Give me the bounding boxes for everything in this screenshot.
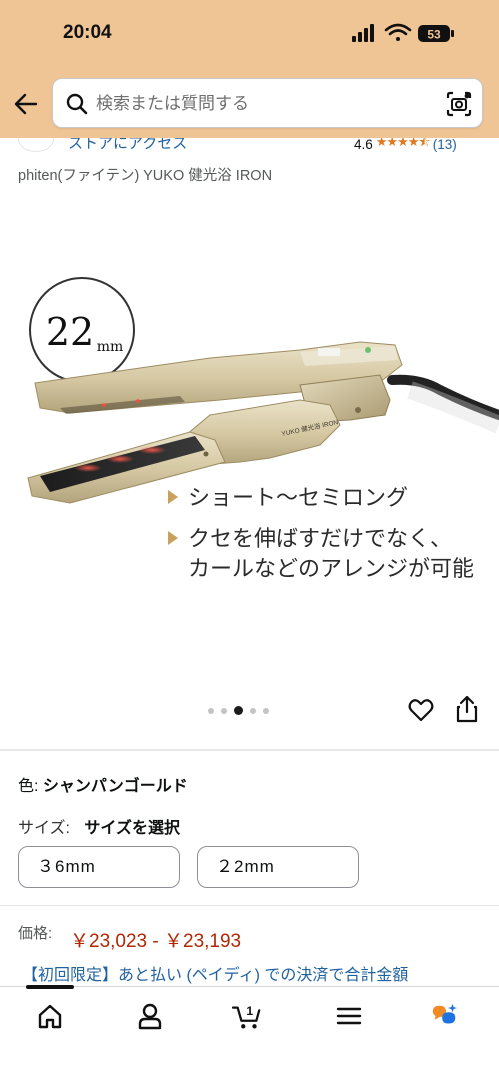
header: 20:04 53 bbox=[0, 0, 499, 138]
back-arrow-icon[interactable] bbox=[12, 90, 40, 118]
home-icon[interactable] bbox=[35, 1001, 65, 1031]
divider bbox=[0, 905, 499, 906]
cart-count: 1 bbox=[246, 1004, 253, 1018]
search-input[interactable] bbox=[96, 87, 426, 121]
status-icons: 53 bbox=[352, 23, 454, 42]
promo-link[interactable]: 【初回限定】あと払い (ペイディ) での決済で合計金額 bbox=[22, 961, 482, 985]
menu-icon[interactable] bbox=[334, 1001, 364, 1031]
carousel-dot[interactable] bbox=[208, 707, 214, 714]
color-row: 色: シャンパンゴールド bbox=[18, 772, 188, 796]
battery-icon: 53 bbox=[418, 25, 454, 42]
size-value: サイズを選択 bbox=[84, 820, 180, 837]
signal-icon bbox=[352, 24, 374, 42]
carousel-dot[interactable] bbox=[263, 707, 269, 714]
camera-search-icon[interactable] bbox=[445, 90, 473, 118]
product-image[interactable]: 22 mm YUKO 健光浴 IRON ショート〜セミロング クセを伸ばすだけで… bbox=[0, 200, 499, 690]
account-icon[interactable] bbox=[135, 1001, 165, 1031]
search-icon bbox=[66, 93, 88, 115]
feature-bullet-2-line1: クセを伸ばすだけでなく、 bbox=[188, 527, 452, 552]
size-badge: 22 mm bbox=[29, 277, 135, 383]
bottom-nav: 1 bbox=[0, 985, 499, 1080]
size-option-22mm[interactable]: ２2mm bbox=[197, 846, 359, 888]
size-badge-number: 22 bbox=[46, 310, 94, 354]
size-badge-unit: mm bbox=[97, 339, 124, 355]
size-row: サイズ: サイズを選択 bbox=[18, 814, 180, 838]
star-rating-icon: ★★★★⯪ bbox=[375, 138, 431, 149]
product-title[interactable]: phiten(ファイテン) YUKO 健光浴 IRON bbox=[18, 164, 272, 185]
battery-level: 53 bbox=[427, 28, 441, 42]
share-icon[interactable] bbox=[455, 695, 479, 723]
cart-icon[interactable]: 1 bbox=[232, 1001, 262, 1031]
search-bar[interactable] bbox=[52, 78, 483, 128]
color-value: シャンパンゴールド bbox=[42, 778, 188, 795]
heart-icon[interactable] bbox=[408, 697, 434, 723]
feature-bullet-1: ショート〜セミロング bbox=[188, 486, 408, 511]
feature-bullets: ショート〜セミロング クセを伸ばすだけでなく、 カールなどのアレンジが可能 bbox=[168, 486, 474, 582]
wifi-icon bbox=[384, 23, 412, 41]
price-label: 価格: bbox=[18, 925, 53, 942]
store-link[interactable]: ストアにアクセス bbox=[68, 138, 187, 153]
status-time: 20:04 bbox=[63, 22, 112, 43]
carousel-dot-active[interactable] bbox=[234, 706, 243, 715]
rating[interactable]: 4.6 ★★★★⯪ (13) bbox=[354, 138, 457, 155]
color-label: 色: bbox=[18, 778, 39, 795]
carousel-dots[interactable] bbox=[208, 706, 269, 715]
review-count[interactable]: (13) bbox=[433, 138, 457, 152]
rufus-assistant-icon[interactable] bbox=[430, 1001, 460, 1031]
size-label: サイズ: bbox=[18, 820, 70, 837]
store-logo[interactable] bbox=[18, 138, 54, 152]
rating-value: 4.6 bbox=[354, 138, 373, 152]
store-row: ストアにアクセス 4.6 ★★★★⯪ (13) bbox=[0, 138, 499, 156]
status-bar: 20:04 53 bbox=[0, 0, 499, 66]
size-option-36mm[interactable]: ３6mm bbox=[18, 846, 180, 888]
carousel-dot[interactable] bbox=[221, 707, 227, 714]
price-value: ￥23,023 - ￥23,193 bbox=[70, 931, 242, 952]
divider bbox=[0, 749, 499, 751]
nav-active-indicator bbox=[26, 985, 74, 989]
carousel-dot[interactable] bbox=[250, 707, 256, 714]
feature-bullet-2-line2: カールなどのアレンジが可能 bbox=[188, 557, 474, 582]
